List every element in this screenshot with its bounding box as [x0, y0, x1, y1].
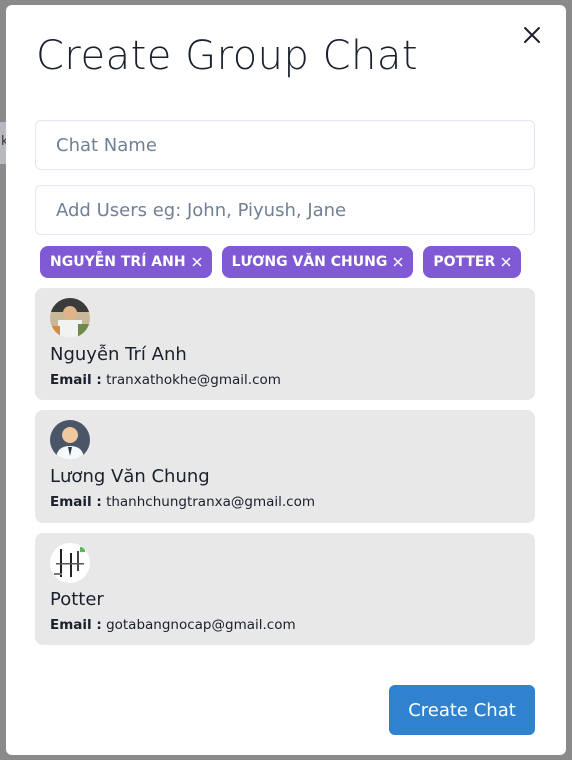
user-chip-label: NGUYỄN TRÍ ANH [50, 254, 186, 270]
email-value: thanhchungtranxa@gmail.com [106, 494, 316, 510]
email-label: Email : [50, 617, 102, 633]
user-name: Potter [50, 589, 104, 610]
chat-name-input[interactable] [35, 120, 535, 170]
avatar [50, 298, 90, 338]
create-group-chat-modal: Create Group Chat NGUYỄN TRÍ ANH LƯƠNG V… [6, 5, 566, 755]
close-icon [524, 27, 540, 43]
add-users-input[interactable] [35, 185, 535, 235]
user-chip[interactable]: POTTER [423, 246, 522, 278]
user-list-item[interactable]: Lương Văn Chung Email : thanhchungtranxa… [35, 410, 535, 523]
user-name: Lương Văn Chung [50, 466, 210, 487]
user-list-item[interactable]: Nguyễn Trí Anh Email : tranxathokhe@gmai… [35, 288, 535, 400]
user-email: Email : tranxathokhe@gmail.com [50, 372, 281, 388]
user-chip[interactable]: NGUYỄN TRÍ ANH [40, 246, 212, 278]
create-chat-button[interactable]: Create Chat [389, 685, 535, 735]
modal-title: Create Group Chat [36, 33, 419, 79]
user-chip-label: LƯƠNG VĂN CHUNG [231, 254, 388, 270]
selected-users-list: NGUYỄN TRÍ ANH LƯƠNG VĂN CHUNG POTTER [40, 246, 522, 278]
user-name: Nguyễn Trí Anh [50, 344, 187, 365]
user-list-item[interactable]: Potter Email : gotabangnocap@gmail.com [35, 533, 535, 645]
user-email: Email : gotabangnocap@gmail.com [50, 617, 296, 633]
close-icon[interactable] [500, 256, 512, 268]
user-chip-label: POTTER [433, 254, 496, 270]
close-button[interactable] [520, 23, 544, 47]
email-label: Email : [50, 372, 102, 388]
avatar [50, 420, 90, 460]
email-label: Email : [50, 494, 102, 510]
email-value: tranxathokhe@gmail.com [106, 372, 281, 388]
close-icon[interactable] [191, 256, 203, 268]
user-chip[interactable]: LƯƠNG VĂN CHUNG [221, 246, 414, 278]
email-value: gotabangnocap@gmail.com [106, 617, 296, 633]
user-email: Email : thanhchungtranxa@gmail.com [50, 494, 315, 510]
close-icon[interactable] [392, 256, 404, 268]
avatar [50, 543, 90, 583]
